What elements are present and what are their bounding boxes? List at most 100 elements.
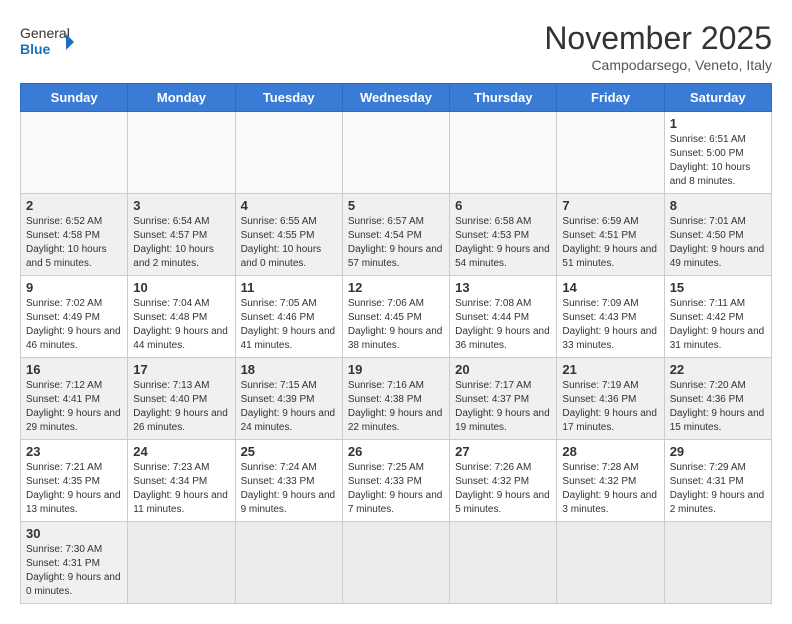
calendar-cell — [21, 112, 128, 194]
day-number: 19 — [348, 362, 444, 377]
day-info: Sunrise: 7:01 AM Sunset: 4:50 PM Dayligh… — [670, 215, 766, 271]
day-number: 4 — [241, 198, 337, 213]
day-number: 18 — [241, 362, 337, 377]
day-number: 22 — [670, 362, 766, 377]
calendar-cell: 21 Sunrise: 7:19 AM Sunset: 4:36 PM Dayli… — [557, 358, 664, 440]
day-number: 24 — [133, 444, 229, 459]
day-info: Sunrise: 7:24 AM Sunset: 4:33 PM Dayligh… — [241, 461, 337, 517]
day-info: Sunrise: 6:55 AM Sunset: 4:55 PM Dayligh… — [241, 215, 337, 271]
weekday-thursday: Thursday — [450, 84, 557, 112]
day-number: 27 — [455, 444, 551, 459]
calendar-cell: 2 Sunrise: 6:52 AM Sunset: 4:58 PM Daylig… — [21, 194, 128, 276]
day-info: Sunrise: 7:29 AM Sunset: 4:31 PM Dayligh… — [670, 461, 766, 517]
day-number: 28 — [562, 444, 658, 459]
day-info: Sunrise: 7:30 AM Sunset: 4:31 PM Dayligh… — [26, 543, 122, 599]
week-row-5: 23 Sunrise: 7:21 AM Sunset: 4:35 PM Dayli… — [21, 440, 772, 522]
calendar-cell: 9 Sunrise: 7:02 AM Sunset: 4:49 PM Daylig… — [21, 276, 128, 358]
weekday-sunday: Sunday — [21, 84, 128, 112]
calendar-cell: 16Sunrise: 7:12 AM Sunset: 4:41 PM Dayli… — [21, 358, 128, 440]
day-info: Sunrise: 6:58 AM Sunset: 4:53 PM Dayligh… — [455, 215, 551, 271]
weekday-friday: Friday — [557, 84, 664, 112]
day-info: Sunrise: 7:20 AM Sunset: 4:36 PM Dayligh… — [670, 379, 766, 435]
day-number: 10 — [133, 280, 229, 295]
calendar-cell: 7 Sunrise: 6:59 AM Sunset: 4:51 PM Daylig… — [557, 194, 664, 276]
calendar-cell: 22 Sunrise: 7:20 AM Sunset: 4:36 PM Dayli… — [664, 358, 771, 440]
day-number: 15 — [670, 280, 766, 295]
calendar-cell: 13Sunrise: 7:08 AM Sunset: 4:44 PM Dayli… — [450, 276, 557, 358]
calendar-cell: 19 Sunrise: 7:16 AM Sunset: 4:38 PM Dayli… — [342, 358, 449, 440]
day-info: Sunrise: 7:25 AM Sunset: 4:33 PM Dayligh… — [348, 461, 444, 517]
day-number: 23 — [26, 444, 122, 459]
calendar-cell: 17Sunrise: 7:13 AM Sunset: 4:40 PM Dayli… — [128, 358, 235, 440]
day-number: 6 — [455, 198, 551, 213]
day-info: Sunrise: 7:12 AM Sunset: 4:41 PM Dayligh… — [26, 379, 122, 435]
day-number: 21 — [562, 362, 658, 377]
day-info: Sunrise: 7:17 AM Sunset: 4:37 PM Dayligh… — [455, 379, 551, 435]
calendar-cell — [664, 522, 771, 604]
title-area: November 2025 Campodarsego, Veneto, Ital… — [544, 20, 772, 73]
calendar-cell: 10Sunrise: 7:04 AM Sunset: 4:48 PM Dayli… — [128, 276, 235, 358]
calendar-cell — [450, 112, 557, 194]
day-number: 2 — [26, 198, 122, 213]
day-number: 8 — [670, 198, 766, 213]
calendar-cell — [128, 112, 235, 194]
day-info: Sunrise: 6:54 AM Sunset: 4:57 PM Dayligh… — [133, 215, 229, 271]
day-info: Sunrise: 7:23 AM Sunset: 4:34 PM Dayligh… — [133, 461, 229, 517]
day-info: Sunrise: 7:16 AM Sunset: 4:38 PM Dayligh… — [348, 379, 444, 435]
day-number: 30 — [26, 526, 122, 541]
weekday-monday: Monday — [128, 84, 235, 112]
day-info: Sunrise: 6:52 AM Sunset: 4:58 PM Dayligh… — [26, 215, 122, 271]
day-number: 12 — [348, 280, 444, 295]
day-info: Sunrise: 7:15 AM Sunset: 4:39 PM Dayligh… — [241, 379, 337, 435]
day-number: 5 — [348, 198, 444, 213]
weekday-header-row: SundayMondayTuesdayWednesdayThursdayFrid… — [21, 84, 772, 112]
weekday-saturday: Saturday — [664, 84, 771, 112]
calendar-cell — [342, 112, 449, 194]
location: Campodarsego, Veneto, Italy — [544, 57, 772, 73]
day-info: Sunrise: 6:51 AM Sunset: 5:00 PM Dayligh… — [670, 133, 766, 189]
calendar-cell — [235, 522, 342, 604]
calendar-cell: 14Sunrise: 7:09 AM Sunset: 4:43 PM Dayli… — [557, 276, 664, 358]
calendar-cell: 15 Sunrise: 7:11 AM Sunset: 4:42 PM Dayli… — [664, 276, 771, 358]
calendar-cell: 29 Sunrise: 7:29 AM Sunset: 4:31 PM Dayli… — [664, 440, 771, 522]
day-number: 9 — [26, 280, 122, 295]
calendar-cell: 23 Sunrise: 7:21 AM Sunset: 4:35 PM Dayli… — [21, 440, 128, 522]
calendar-cell: 24 Sunrise: 7:23 AM Sunset: 4:34 PM Dayli… — [128, 440, 235, 522]
day-info: Sunrise: 7:06 AM Sunset: 4:45 PM Dayligh… — [348, 297, 444, 353]
day-info: Sunrise: 7:09 AM Sunset: 4:43 PM Dayligh… — [562, 297, 658, 353]
day-info: Sunrise: 6:57 AM Sunset: 4:54 PM Dayligh… — [348, 215, 444, 271]
day-info: Sunrise: 7:19 AM Sunset: 4:36 PM Dayligh… — [562, 379, 658, 435]
day-info: Sunrise: 7:02 AM Sunset: 4:49 PM Dayligh… — [26, 297, 122, 353]
day-info: Sunrise: 6:59 AM Sunset: 4:51 PM Dayligh… — [562, 215, 658, 271]
calendar-cell: 30 Sunrise: 7:30 AM Sunset: 4:31 PM Dayli… — [21, 522, 128, 604]
week-row-4: 16Sunrise: 7:12 AM Sunset: 4:41 PM Dayli… — [21, 358, 772, 440]
calendar-cell — [450, 522, 557, 604]
day-number: 20 — [455, 362, 551, 377]
calendar-cell — [557, 112, 664, 194]
calendar-cell — [128, 522, 235, 604]
day-info: Sunrise: 7:11 AM Sunset: 4:42 PM Dayligh… — [670, 297, 766, 353]
day-number: 3 — [133, 198, 229, 213]
day-number: 25 — [241, 444, 337, 459]
logo: General Blue — [20, 20, 80, 64]
calendar-cell: 25 Sunrise: 7:24 AM Sunset: 4:33 PM Dayli… — [235, 440, 342, 522]
calendar-cell: 26Sunrise: 7:25 AM Sunset: 4:33 PM Dayli… — [342, 440, 449, 522]
week-row-2: 2 Sunrise: 6:52 AM Sunset: 4:58 PM Daylig… — [21, 194, 772, 276]
day-number: 29 — [670, 444, 766, 459]
calendar-cell: 11Sunrise: 7:05 AM Sunset: 4:46 PM Dayli… — [235, 276, 342, 358]
calendar-cell: 6 Sunrise: 6:58 AM Sunset: 4:53 PM Daylig… — [450, 194, 557, 276]
day-info: Sunrise: 7:13 AM Sunset: 4:40 PM Dayligh… — [133, 379, 229, 435]
week-row-1: 1Sunrise: 6:51 AM Sunset: 5:00 PM Daylig… — [21, 112, 772, 194]
weekday-wednesday: Wednesday — [342, 84, 449, 112]
day-info: Sunrise: 7:08 AM Sunset: 4:44 PM Dayligh… — [455, 297, 551, 353]
day-info: Sunrise: 7:28 AM Sunset: 4:32 PM Dayligh… — [562, 461, 658, 517]
calendar-cell — [557, 522, 664, 604]
day-info: Sunrise: 7:21 AM Sunset: 4:35 PM Dayligh… — [26, 461, 122, 517]
calendar-cell: 4 Sunrise: 6:55 AM Sunset: 4:55 PM Daylig… — [235, 194, 342, 276]
month-title: November 2025 — [544, 20, 772, 57]
day-info: Sunrise: 7:05 AM Sunset: 4:46 PM Dayligh… — [241, 297, 337, 353]
day-number: 7 — [562, 198, 658, 213]
calendar-cell: 3 Sunrise: 6:54 AM Sunset: 4:57 PM Daylig… — [128, 194, 235, 276]
day-info: Sunrise: 7:26 AM Sunset: 4:32 PM Dayligh… — [455, 461, 551, 517]
calendar-cell: 5 Sunrise: 6:57 AM Sunset: 4:54 PM Daylig… — [342, 194, 449, 276]
